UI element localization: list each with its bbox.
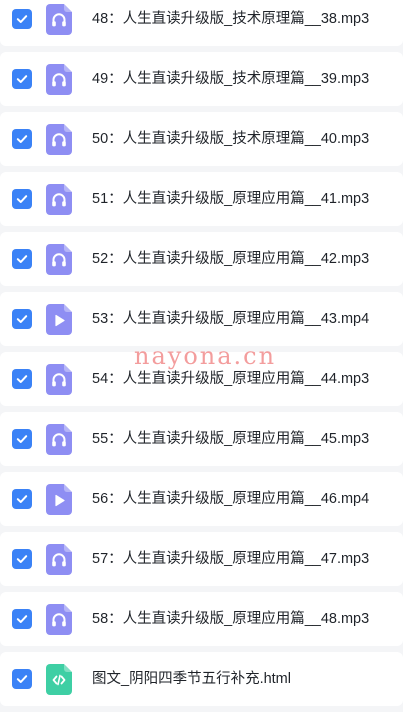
file-name[interactable]: 51：人生直读升级版_原理应用篇__41.mp3 bbox=[92, 172, 369, 226]
file-row[interactable]: 51：人生直读升级版_原理应用篇__41.mp3 bbox=[0, 172, 403, 226]
checkmark-icon bbox=[16, 435, 28, 443]
file-row[interactable]: 48：人生直读升级版_技术原理篇__38.mp3 bbox=[0, 0, 403, 46]
file-checkbox[interactable] bbox=[12, 69, 32, 89]
code-icon bbox=[46, 664, 72, 695]
headphones-icon bbox=[46, 4, 72, 35]
headphones-icon bbox=[46, 244, 72, 275]
file-name[interactable]: 53：人生直读升级版_原理应用篇__43.mp4 bbox=[92, 292, 369, 346]
file-checkbox[interactable] bbox=[12, 129, 32, 149]
checkmark-icon bbox=[16, 15, 28, 23]
checkmark-icon bbox=[16, 135, 28, 143]
checkmark-icon bbox=[16, 495, 28, 503]
checkmark-icon bbox=[16, 75, 28, 83]
headphones-icon bbox=[46, 364, 72, 395]
file-name[interactable]: 56：人生直读升级版_原理应用篇__46.mp4 bbox=[92, 472, 369, 526]
file-checkbox[interactable] bbox=[12, 9, 32, 29]
file-name[interactable]: 54：人生直读升级版_原理应用篇__44.mp3 bbox=[92, 352, 369, 406]
headphones-icon bbox=[46, 604, 72, 635]
file-checkbox[interactable] bbox=[12, 549, 32, 569]
checkmark-icon bbox=[16, 195, 28, 203]
file-name[interactable]: 50：人生直读升级版_技术原理篇__40.mp3 bbox=[92, 112, 369, 166]
file-row[interactable]: 55：人生直读升级版_原理应用篇__45.mp3 bbox=[0, 412, 403, 466]
checkmark-icon bbox=[16, 315, 28, 323]
play-icon bbox=[46, 484, 72, 515]
headphones-icon bbox=[46, 424, 72, 455]
file-row[interactable]: 50：人生直读升级版_技术原理篇__40.mp3 bbox=[0, 112, 403, 166]
file-checkbox[interactable] bbox=[12, 669, 32, 689]
play-icon bbox=[46, 304, 72, 335]
file-checkbox[interactable] bbox=[12, 369, 32, 389]
checkmark-icon bbox=[16, 675, 28, 683]
file-row[interactable]: 57：人生直读升级版_原理应用篇__47.mp3 bbox=[0, 532, 403, 586]
file-row[interactable]: 58：人生直读升级版_原理应用篇__48.mp3 bbox=[0, 592, 403, 646]
file-row[interactable]: 53：人生直读升级版_原理应用篇__43.mp4 bbox=[0, 292, 403, 346]
file-row[interactable]: 54：人生直读升级版_原理应用篇__44.mp3 bbox=[0, 352, 403, 406]
file-checkbox[interactable] bbox=[12, 489, 32, 509]
file-row[interactable]: 图文_阴阳四季节五行补充.html bbox=[0, 652, 403, 706]
headphones-icon bbox=[46, 184, 72, 215]
file-name[interactable]: 55：人生直读升级版_原理应用篇__45.mp3 bbox=[92, 412, 369, 466]
file-name[interactable]: 57：人生直读升级版_原理应用篇__47.mp3 bbox=[92, 532, 369, 586]
checkmark-icon bbox=[16, 615, 28, 623]
file-checkbox[interactable] bbox=[12, 309, 32, 329]
file-name[interactable]: 图文_阴阳四季节五行补充.html bbox=[92, 652, 291, 706]
headphones-icon bbox=[46, 124, 72, 155]
file-row[interactable]: 49：人生直读升级版_技术原理篇__39.mp3 bbox=[0, 52, 403, 106]
file-name[interactable]: 48：人生直读升级版_技术原理篇__38.mp3 bbox=[92, 0, 369, 46]
headphones-icon bbox=[46, 64, 72, 95]
file-checkbox[interactable] bbox=[12, 189, 32, 209]
file-checkbox[interactable] bbox=[12, 609, 32, 629]
file-checkbox[interactable] bbox=[12, 429, 32, 449]
headphones-icon bbox=[46, 544, 72, 575]
file-list: 48：人生直读升级版_技术原理篇__38.mp3 49：人生直读升级版_技术原理篇… bbox=[0, 0, 403, 712]
checkmark-icon bbox=[16, 255, 28, 263]
checkmark-icon bbox=[16, 375, 28, 383]
file-checkbox[interactable] bbox=[12, 249, 32, 269]
file-name[interactable]: 58：人生直读升级版_原理应用篇__48.mp3 bbox=[92, 592, 369, 646]
file-name[interactable]: 49：人生直读升级版_技术原理篇__39.mp3 bbox=[92, 52, 369, 106]
file-row[interactable]: 56：人生直读升级版_原理应用篇__46.mp4 bbox=[0, 472, 403, 526]
file-row[interactable]: 52：人生直读升级版_原理应用篇__42.mp3 bbox=[0, 232, 403, 286]
checkmark-icon bbox=[16, 555, 28, 563]
file-name[interactable]: 52：人生直读升级版_原理应用篇__42.mp3 bbox=[92, 232, 369, 286]
